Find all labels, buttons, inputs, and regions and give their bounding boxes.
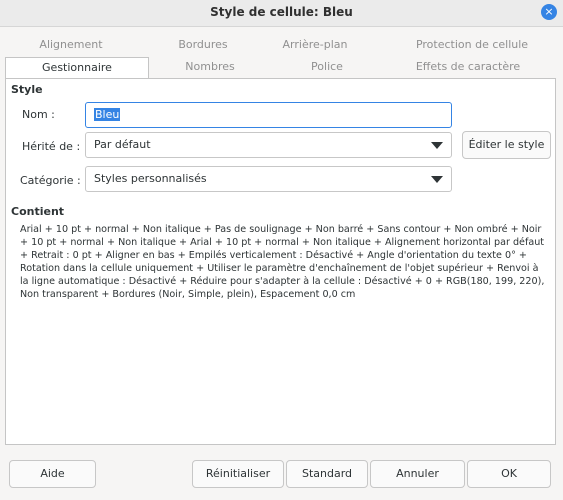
title-bar: Style de cellule: Bleu × bbox=[0, 0, 563, 27]
tab-row-top: Alignement Bordures Arrière-plan Protect… bbox=[5, 35, 558, 56]
name-label: Nom : bbox=[22, 108, 55, 121]
tab-row-bottom: Gestionnaire Nombres Police Effets de ca… bbox=[5, 57, 558, 79]
tab-nombres[interactable]: Nombres bbox=[148, 57, 272, 77]
ok-button[interactable]: OK bbox=[467, 460, 551, 488]
close-icon[interactable]: × bbox=[541, 4, 557, 20]
tab-police[interactable]: Police bbox=[267, 57, 387, 77]
style-section-title: Style bbox=[11, 83, 43, 96]
standard-button[interactable]: Standard bbox=[286, 460, 368, 488]
help-button[interactable]: Aide bbox=[9, 460, 96, 488]
category-label: Catégorie : bbox=[20, 174, 81, 187]
gestionnaire-panel: Style Nom : Bleu Hérité de : Par défaut … bbox=[5, 78, 556, 445]
contents-section-title: Contient bbox=[11, 205, 65, 218]
contents-description: Arial + 10 pt + normal + Non italique + … bbox=[20, 224, 545, 300]
tab-arriere-plan[interactable]: Arrière-plan bbox=[255, 35, 375, 55]
name-field[interactable]: Bleu bbox=[85, 102, 452, 128]
category-value: Styles personnalisés bbox=[94, 172, 207, 185]
edit-style-button[interactable]: Éditer le style bbox=[462, 131, 551, 159]
dropdown-arrow-icon bbox=[431, 142, 443, 149]
tab-protection-de-cellule[interactable]: Protection de cellule bbox=[397, 35, 547, 55]
dropdown-arrow-icon bbox=[431, 176, 443, 183]
tab-effets-de-caractere[interactable]: Effets de caractère bbox=[393, 57, 543, 77]
name-value: Bleu bbox=[94, 108, 121, 121]
inherit-dropdown[interactable]: Par défaut bbox=[85, 132, 452, 158]
cancel-button[interactable]: Annuler bbox=[370, 460, 465, 488]
category-dropdown[interactable]: Styles personnalisés bbox=[85, 166, 452, 192]
reset-button[interactable]: Réinitialiser bbox=[192, 460, 284, 488]
inherit-value: Par défaut bbox=[94, 138, 151, 151]
tab-gestionnaire[interactable]: Gestionnaire bbox=[5, 57, 149, 79]
inherit-label: Hérité de : bbox=[22, 140, 81, 153]
tab-bordures[interactable]: Bordures bbox=[135, 35, 271, 55]
tab-alignement[interactable]: Alignement bbox=[9, 35, 133, 55]
window-title: Style de cellule: Bleu bbox=[210, 5, 353, 19]
